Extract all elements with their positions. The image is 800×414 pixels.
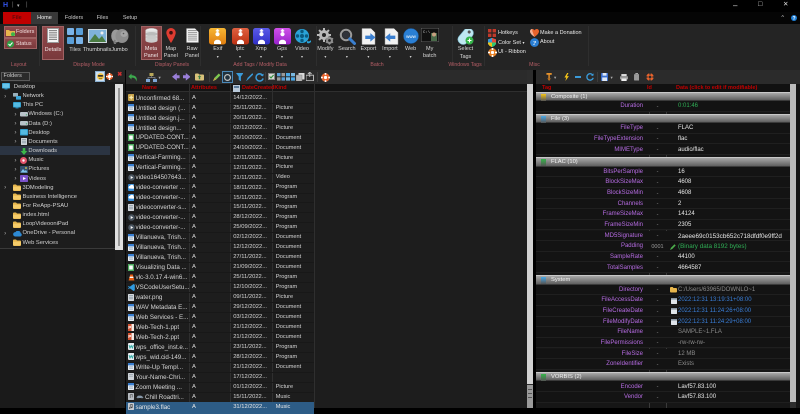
svg-text:www: www — [406, 34, 416, 39]
svg-text:P: P — [128, 325, 131, 330]
svg-text:C:\: C:\ — [423, 30, 431, 35]
svg-text:P: P — [128, 335, 131, 340]
